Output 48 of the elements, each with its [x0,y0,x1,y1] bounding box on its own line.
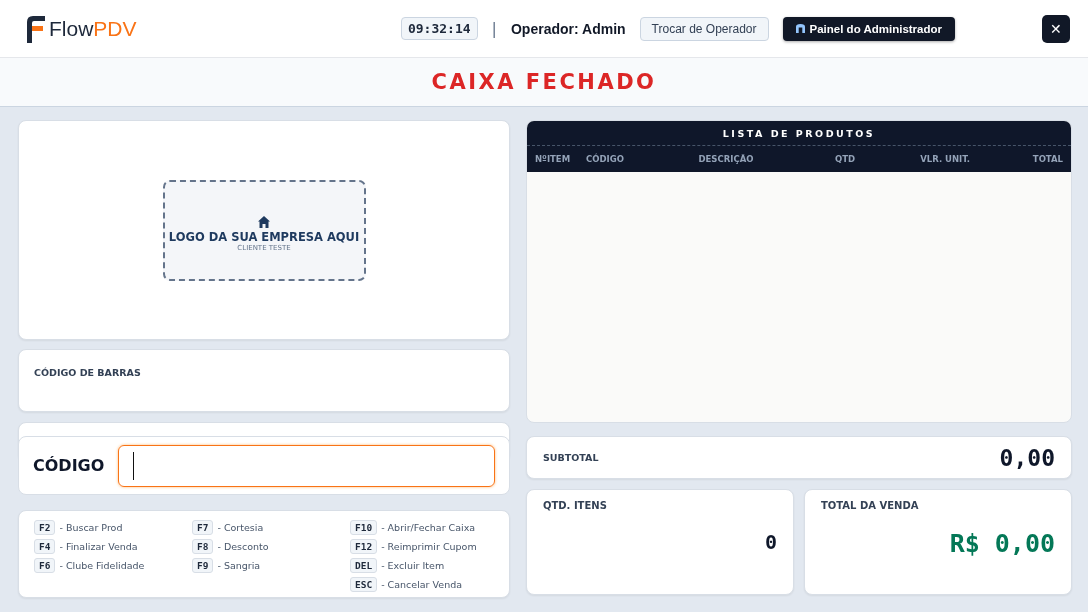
key-badge: F9 [192,558,214,573]
separator: | [491,19,497,38]
shortcut-label: - Excluir Item [381,560,445,571]
code-input-field[interactable] [118,444,495,487]
register-status: CAIXA FECHADO [431,70,657,94]
shortcut-label: - Desconto [217,541,269,552]
logo-placeholder-title: LOGO DA SUA EMPRESA AQUI [168,230,360,244]
logo-icon [24,13,46,44]
key-badge: F6 [34,558,56,573]
close-button[interactable]: ✕ [1042,14,1070,43]
shortcut-label: - Cancelar Venda [381,579,463,590]
shortcut-label: - Abrir/Fechar Caixa [381,522,476,533]
home-icon [258,216,270,228]
shortcut-label: - Cortesia [217,522,264,533]
item-count-value: 0 [764,530,777,554]
key-badge: F10 [350,520,378,535]
sale-total-label: TOTAL DA VENDA [821,500,920,511]
shortcut-label: - Reimprimir Cupom [381,541,477,552]
arch-icon [795,24,805,33]
column-header: TOTAL [1031,154,1063,164]
column-header: CÓDIGO [586,154,625,164]
item-count-label: QTD. ITENS [543,500,608,511]
key-badge: F8 [192,539,214,554]
key-badge: F4 [34,539,56,554]
key-badge: F7 [192,520,214,535]
shortcut-label: - Buscar Prod [59,522,123,533]
operator-label: Operador: Admin [511,20,626,37]
switch-operator-button[interactable]: Trocar de Operador [639,16,769,41]
key-badge: ESC [350,577,378,592]
table-title: LISTA DE PRODUTOS [527,121,1071,146]
key-badge: F12 [350,539,378,554]
column-header: DESCRIÇÃO [697,154,755,164]
admin-panel-button[interactable]: Painel do Administrador [782,16,955,41]
clock: 09:32:14 [400,17,478,40]
code-label: CÓDIGO [33,456,105,475]
subtotal-value: 0,00 [999,444,1055,471]
key-badge: F2 [34,520,56,535]
shortcut-label: - Finalizar Venda [59,541,138,552]
shortcut-label: - Clube Fidelidade [59,560,145,571]
key-badge: DEL [350,558,378,573]
shortcut-label: - Sangria [217,560,261,571]
brand-name: FlowPDV [49,16,137,41]
barcode-label: CÓDIGO DE BARRAS [34,367,141,378]
subtotal-label: SUBTOTAL [543,452,599,463]
sale-total-value: R$ 0,00 [949,529,1055,558]
column-header: VLR. UNIT. [919,154,970,164]
column-header: QTD [833,154,855,164]
column-header: NºITEM [535,154,572,164]
